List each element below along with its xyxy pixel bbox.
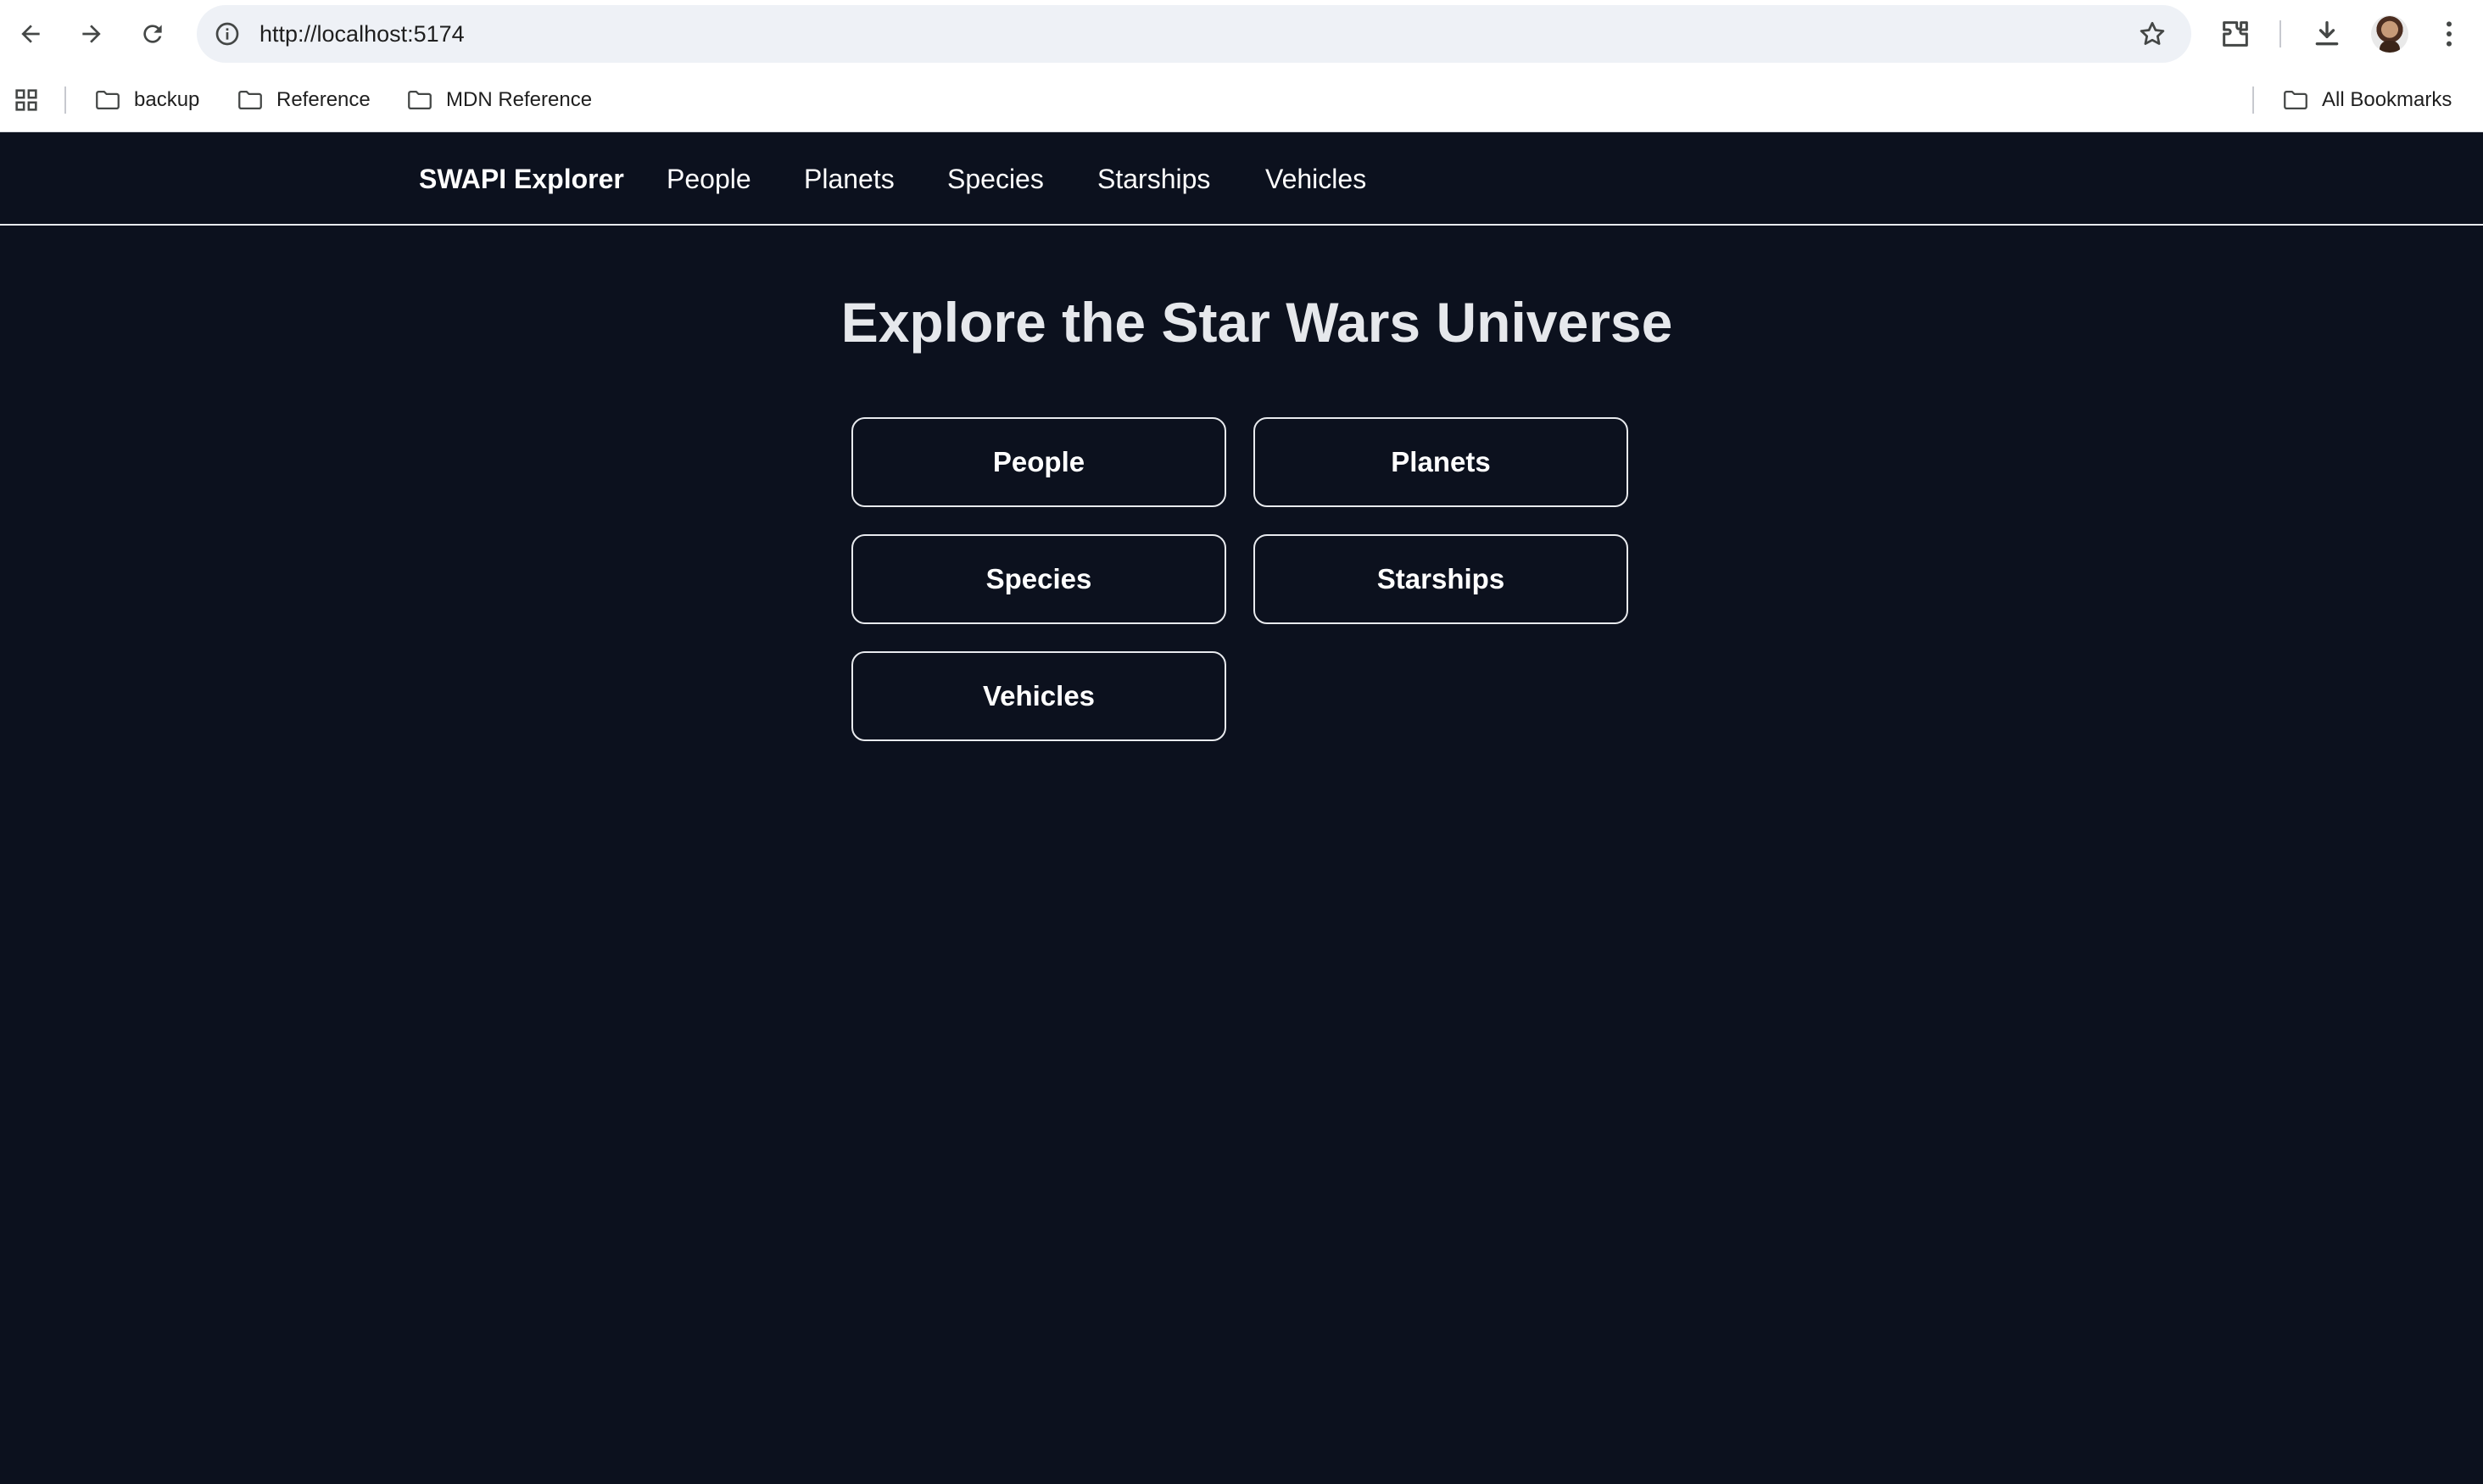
reload-button[interactable] (132, 14, 173, 54)
apps-button[interactable] (12, 68, 53, 132)
folder-icon (408, 90, 432, 110)
nav-link-vehicles[interactable]: Vehicles (1265, 132, 1366, 226)
bookmark-label: Reference (276, 88, 371, 111)
forward-button[interactable] (71, 14, 112, 54)
bookmark-star-icon[interactable] (2137, 19, 2168, 49)
all-bookmarks-label: All Bookmarks (2322, 88, 2452, 111)
all-bookmarks-button[interactable]: All Bookmarks (2281, 68, 2452, 132)
bookmarks-divider (2252, 86, 2254, 114)
category-card-people[interactable]: People (851, 417, 1226, 507)
bookmark-folder-reference[interactable]: Reference (236, 68, 371, 132)
nav-link-planets[interactable]: Planets (804, 132, 895, 226)
apps-grid-icon (15, 89, 37, 111)
profile-avatar[interactable] (2371, 15, 2408, 53)
back-button[interactable] (10, 14, 51, 54)
category-card-species[interactable]: Species (851, 534, 1226, 624)
folder-icon (96, 90, 120, 110)
bookmark-label: backup (134, 88, 200, 111)
reload-icon (143, 25, 162, 43)
category-card-starships[interactable]: Starships (1253, 534, 1628, 624)
browser-toolbar: http://localhost:5174 (0, 0, 2483, 68)
folder-icon (238, 90, 262, 110)
site-info-icon[interactable] (214, 20, 241, 47)
app-header: SWAPI Explorer People Planets Species St… (0, 132, 2483, 226)
nav-link-starships[interactable]: Starships (1097, 132, 1210, 226)
download-icon[interactable] (2310, 17, 2344, 51)
category-card-vehicles[interactable]: Vehicles (851, 651, 1226, 741)
brand-logo-link[interactable]: SWAPI Explorer (419, 132, 624, 226)
category-card-planets[interactable]: Planets (1253, 417, 1628, 507)
nav-link-people[interactable]: People (667, 132, 751, 226)
arrow-left-icon (21, 25, 40, 43)
folder-icon (2284, 90, 2307, 110)
extensions-icon[interactable] (2218, 17, 2252, 51)
url-text[interactable]: http://localhost:5174 (259, 5, 465, 63)
bookmark-folder-backup[interactable]: backup (93, 68, 199, 132)
nav-link-species[interactable]: Species (947, 132, 1044, 226)
bookmark-label: MDN Reference (446, 88, 593, 111)
toolbar-divider (2279, 20, 2281, 47)
bookmarks-divider (64, 86, 66, 114)
bookmarks-bar: backup Reference MDN Reference All Bookm… (0, 68, 2483, 132)
address-bar[interactable]: http://localhost:5174 (197, 5, 2191, 63)
more-menu-icon[interactable] (2432, 17, 2466, 51)
arrow-right-icon (82, 25, 101, 43)
page-title: Explore the Star Wars Universe (840, 291, 1673, 354)
bookmark-folder-mdn-reference[interactable]: MDN Reference (405, 68, 592, 132)
